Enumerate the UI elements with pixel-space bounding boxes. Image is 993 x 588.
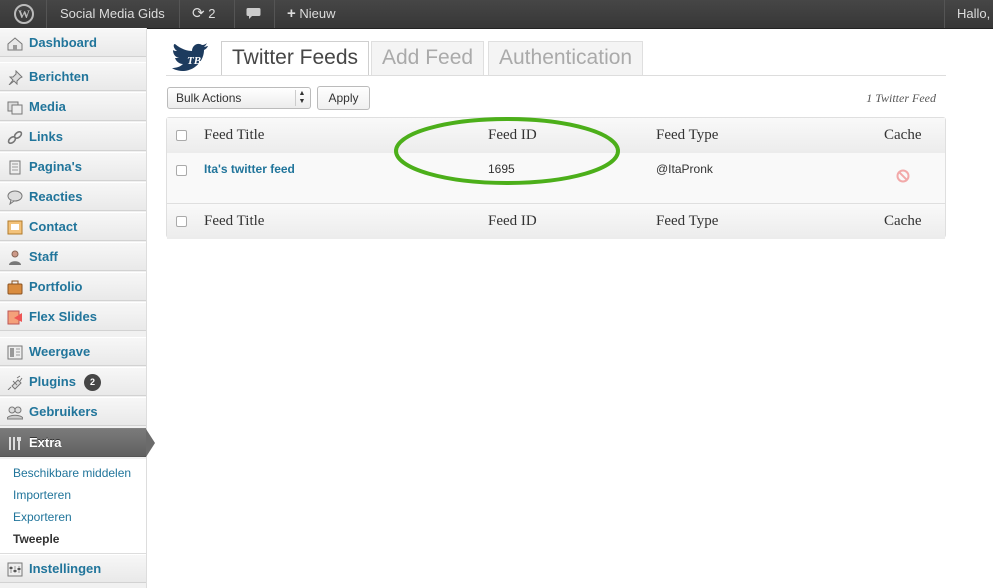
tab-authentication[interactable]: Authentication [488,41,644,75]
no-cache-icon[interactable] [896,169,910,183]
sidebar-item-media[interactable]: Media [0,92,146,121]
sidebar-item-portfolio[interactable]: Portfolio [0,272,146,301]
sidebar-item-label: Media [29,99,66,114]
comments-link[interactable] [246,0,261,28]
sidebar-item-label: Dashboard [29,35,97,50]
sidebar-item-plugins[interactable]: Plugins 2 [0,367,146,396]
new-label: Nieuw [299,6,336,21]
separator [274,0,275,28]
item-count: 1 Twitter Feed [866,91,936,105]
tab-add-feed[interactable]: Add Feed [371,41,485,75]
sidebar-item-label: Reacties [29,189,83,204]
portfolio-icon [7,280,23,295]
bulk-actions-value: Bulk Actions [176,91,242,105]
feed-type-value: @ItaPronk [656,162,713,176]
contact-icon [7,220,23,235]
submenu-item-importeren[interactable]: Importeren [13,487,71,503]
separator [0,332,146,336]
select-all-checkbox[interactable] [176,130,187,141]
sidebar-item-label: Contact [29,219,78,234]
submenu-item-tweeple[interactable]: Tweeple [13,531,59,547]
admin-bar: W Social Media Gids ⟳ 2 + Nieuw Hallo, [0,0,993,29]
svg-text:TB: TB [187,55,201,67]
plugin-icon [7,375,23,390]
active-menu-arrow [146,429,155,457]
sidebar-item-flex-slides[interactable]: Flex Slides [0,302,146,331]
sidebar-item-label: Flex Slides [29,309,97,324]
pushpin-icon [8,70,23,85]
sidebar-item-label: Plugins [29,374,76,389]
column-footer-feed-title[interactable]: Feed Title [204,204,264,239]
sidebar-item-label: Weergave [29,344,91,359]
page-icon [9,160,21,175]
highlight-ellipse-annotation [394,117,620,185]
column-header-feed-title[interactable]: Feed Title [204,118,264,153]
site-name-link[interactable]: Social Media Gids [60,0,165,28]
table-footer: Feed Title Feed ID Feed Type Cache [167,203,945,239]
separator [234,0,235,28]
sidebar-item-dashboard[interactable]: Dashboard [0,28,146,57]
column-footer-feed-id[interactable]: Feed ID [488,204,537,239]
bulk-actions-select[interactable]: Bulk Actions ▲ ▼ [167,87,311,109]
sidebar-item-label: Gebruikers [29,404,98,419]
tools-icon [9,437,21,450]
sidebar-item-berichten[interactable]: Berichten [0,62,146,91]
select-all-checkbox-footer[interactable] [176,216,187,227]
submenu-item-exporteren[interactable]: Exporteren [13,509,72,525]
sidebar-item-label: Pagina's [29,159,82,174]
sidebar-item-instellingen[interactable]: Instellingen [0,554,146,583]
select-arrows-icon: ▲ ▼ [295,90,308,106]
separator [944,0,945,28]
appearance-icon [7,345,23,360]
apply-button[interactable]: Apply [317,86,370,110]
slides-icon [7,310,22,325]
extra-submenu: Beschikbare middelen Importeren Exporter… [0,459,146,554]
updates-link[interactable]: ⟳ 2 [192,0,215,28]
separator [0,57,146,61]
new-content-link[interactable]: + Nieuw [287,0,336,28]
tweeple-logo-icon: TB [172,43,208,71]
sidebar-item-label: Staff [29,249,58,264]
column-footer-cache: Cache [884,213,922,229]
sidebar-item-paginas[interactable]: Pagina's [0,152,146,181]
sidebar-item-contact[interactable]: Contact [0,212,146,241]
admin-sidebar: Dashboard Berichten Media Links Pagina's… [0,28,155,588]
users-icon [7,406,23,420]
sidebar-item-weergave[interactable]: Weergave [0,337,146,366]
settings-icon [7,562,23,577]
link-icon [7,130,23,145]
column-footer-feed-type[interactable]: Feed Type [656,204,718,239]
column-header-feed-type[interactable]: Feed Type [656,118,718,153]
comment-icon [7,190,23,205]
separator [46,0,47,28]
refresh-icon: ⟳ [192,5,205,22]
sidebar-item-staff[interactable]: Staff [0,242,146,271]
plugins-update-badge: 2 [84,374,101,391]
sidebar-item-gebruikers[interactable]: Gebruikers [0,397,146,426]
sidebar-item-label: Instellingen [29,561,102,576]
sidebar-item-extra[interactable]: Extra [0,428,155,457]
sidebar-item-label: Portfolio [29,279,83,294]
feed-title-link[interactable]: Ita's twitter feed [204,162,295,176]
sidebar-item-label: Links [29,129,63,144]
plus-icon: + [287,5,296,22]
media-icon [7,101,23,115]
sidebar-item-label: Extra [29,435,62,450]
tabs-baseline [166,75,946,76]
wordpress-logo-icon[interactable]: W [14,4,34,24]
dashboard-icon [7,37,23,51]
staff-icon [9,250,21,265]
sidebar-item-reacties[interactable]: Reacties [0,182,146,211]
column-header-cache: Cache [884,127,922,143]
comment-bubble-icon [246,8,261,19]
row-checkbox[interactable] [176,165,187,176]
tab-twitter-feeds[interactable]: Twitter Feeds [221,41,370,76]
account-greeting[interactable]: Hallo, [957,0,990,28]
separator [179,0,180,28]
updates-count: 2 [208,6,216,21]
sidebar-item-label: Berichten [29,69,89,84]
sidebar-item-links[interactable]: Links [0,122,146,151]
submenu-item-beschikbare-middelen[interactable]: Beschikbare middelen [13,465,131,481]
